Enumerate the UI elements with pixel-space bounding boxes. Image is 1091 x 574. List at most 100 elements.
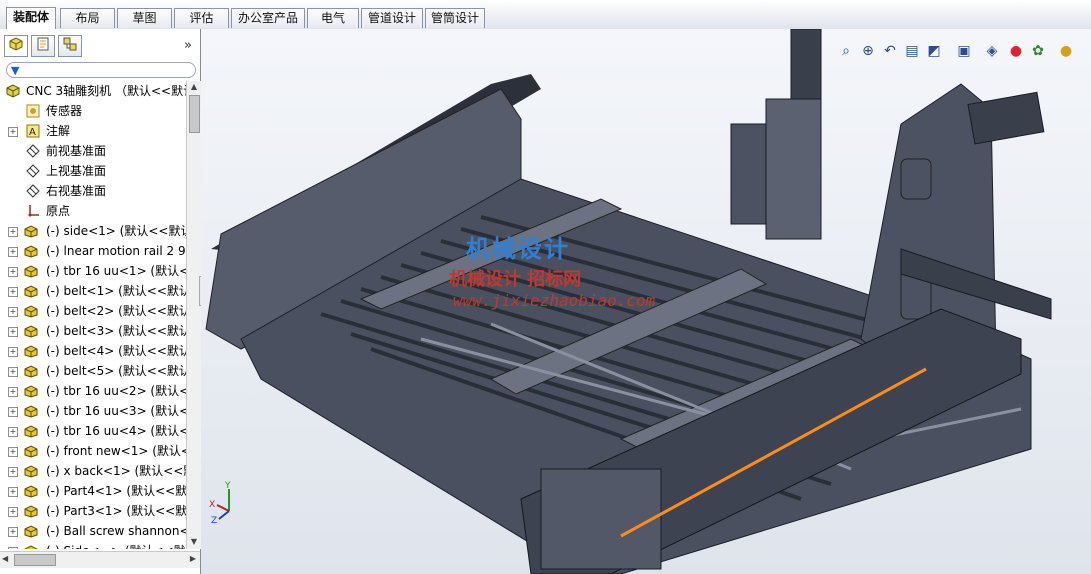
expand-icon[interactable]: + <box>8 407 18 417</box>
expand-icon[interactable]: + <box>8 427 18 437</box>
configuration-manager-icon[interactable] <box>58 35 82 57</box>
part-icon <box>24 344 39 358</box>
triad-x-label: X <box>209 500 215 510</box>
expand-icon[interactable]: + <box>8 287 18 297</box>
part-icon <box>24 224 39 238</box>
tree-item-label: (-) belt<1> (默认<<默认 <box>46 284 186 298</box>
tab-office-products[interactable]: 办公室产品 <box>231 8 305 28</box>
tree-item-label: (-) lnear motion rail 2 90 <box>46 244 186 258</box>
expand-icon[interactable]: + <box>8 487 18 497</box>
feature-manager-icon[interactable] <box>4 35 28 57</box>
z-axis-motor <box>790 29 822 100</box>
front-support <box>540 468 662 570</box>
expand-icon[interactable]: + <box>8 447 18 457</box>
expand-icon[interactable]: + <box>8 327 18 337</box>
part-icon <box>24 444 39 458</box>
assembly-icon <box>6 84 21 98</box>
expand-icon[interactable]: + <box>8 307 18 317</box>
tree-item[interactable]: + (-) lnear motion rail 2 90 <box>0 241 186 261</box>
tree-root[interactable]: CNC 3轴雕刻机 （默认<<默认 <box>0 81 186 101</box>
part-icon <box>24 384 39 398</box>
tab-tubing[interactable]: 管筒设计 <box>425 8 485 28</box>
expand-icon[interactable]: + <box>8 387 18 397</box>
tree-item[interactable]: 传感器 <box>0 101 186 121</box>
tree-item[interactable]: + (-) belt<1> (默认<<默认 <box>0 281 186 301</box>
scroll-up-icon[interactable]: ▲ <box>189 82 199 92</box>
plane-icon <box>26 184 41 198</box>
expand-icon[interactable]: + <box>8 347 18 357</box>
filter-icon[interactable]: ▼ <box>11 64 19 77</box>
tree-item-label: (-) Side<...> (默认<<默 <box>46 541 186 549</box>
z-axis-carriage <box>765 98 822 240</box>
scroll-down-icon[interactable]: ▼ <box>189 537 199 547</box>
watermark-title: 机械设计 <box>466 235 570 263</box>
tree-item-label: 上视基准面 <box>46 164 107 178</box>
tree-item[interactable]: + (-) Part4<1> (默认<<默认 <box>0 481 186 501</box>
tree-item[interactable]: + (-) Part3<1> (默认<<默认 <box>0 501 186 521</box>
tree-item[interactable]: + (-) side<1> (默认<<默认 <box>0 221 186 241</box>
tree-item[interactable]: + (-) tbr 16 uu<2> (默认< <box>0 381 186 401</box>
filter-input[interactable]: ▼ <box>6 62 196 78</box>
tab-assembly[interactable]: 装配体 <box>6 7 56 29</box>
tab-layout[interactable]: 布局 <box>60 8 115 28</box>
scroll-thumb[interactable] <box>189 95 200 133</box>
expand-icon[interactable]: + <box>8 267 18 277</box>
tree-item[interactable]: + (-) front new<1> (默认< <box>0 441 186 461</box>
scroll-right-icon[interactable]: ▶ <box>190 554 196 563</box>
scroll-left-icon[interactable]: ◀ <box>2 554 8 563</box>
spindle-housing <box>730 123 772 225</box>
tree-item[interactable]: + (-) tbr 16 uu<3> (默认< <box>0 401 186 421</box>
part-icon <box>24 264 39 278</box>
tree-item[interactable]: 前视基准面 <box>0 141 186 161</box>
tree-item[interactable]: + (-) Side<...> (默认<<默 <box>0 541 186 549</box>
feature-manager-panel: » ▼ CNC 3轴雕刻机 （默认<<默认 传感器 + A 注解 前视基准面 上… <box>0 29 201 574</box>
tree-item[interactable]: 原点 <box>0 201 186 221</box>
sensor-icon <box>26 104 41 118</box>
expand-icon[interactable]: + <box>8 507 18 517</box>
tree-item-label: (-) tbr 16 uu<4> (默认< <box>46 424 186 438</box>
part-icon <box>24 244 39 258</box>
tree-item[interactable]: + (-) Ball screw shannon< <box>0 521 186 541</box>
tree-item[interactable]: 上视基准面 <box>0 161 186 181</box>
tab-sketch[interactable]: 草图 <box>117 8 172 28</box>
expand-icon[interactable]: + <box>8 367 18 377</box>
tree-item-label: (-) tbr 16 uu<1> (默认< <box>46 264 186 278</box>
feature-tree: CNC 3轴雕刻机 （默认<<默认 传感器 + A 注解 前视基准面 上视基准面… <box>0 81 186 549</box>
graphics-area[interactable]: ⌕ ⊕ ↶ ▤ ◩ ▣ ◈ ● ✿ ● 机械设计 机械设计 招标网 www.ji… <box>201 29 1091 574</box>
tree-item-label: 原点 <box>46 204 71 218</box>
part-icon <box>24 284 39 298</box>
tree-item[interactable]: + (-) belt<3> (默认<<默认 <box>0 321 186 341</box>
reference-triad: Y X Z <box>209 481 231 525</box>
tree-vertical-scrollbar[interactable]: ▲ ▼ <box>186 81 201 549</box>
tree-item[interactable]: + (-) belt<4> (默认<<默认 <box>0 341 186 361</box>
part-icon <box>24 304 39 318</box>
expand-icon[interactable]: + <box>8 247 18 257</box>
property-manager-icon[interactable] <box>31 35 55 57</box>
collapse-panel-icon[interactable]: » <box>184 38 192 53</box>
tree-item-label: (-) belt<2> (默认<<默认 <box>46 304 186 318</box>
tree-item[interactable]: + (-) belt<2> (默认<<默认 <box>0 301 186 321</box>
part-icon <box>24 464 39 478</box>
hscroll-thumb[interactable] <box>14 554 56 566</box>
tab-evaluate[interactable]: 评估 <box>174 8 229 28</box>
tree-item[interactable]: + (-) tbr 16 uu<4> (默认< <box>0 421 186 441</box>
tree-item[interactable]: + (-) belt<5> (默认<<默认 <box>0 361 186 381</box>
tab-electrical[interactable]: 电气 <box>307 8 359 28</box>
expand-icon[interactable]: + <box>8 547 18 549</box>
part-icon <box>24 484 39 498</box>
expand-icon[interactable]: + <box>8 227 18 237</box>
expand-icon[interactable]: + <box>8 127 18 137</box>
tree-horizontal-scrollbar[interactable]: ◀ ▶ <box>0 551 200 568</box>
expand-icon[interactable]: + <box>8 467 18 477</box>
tree-item[interactable]: + (-) x back<1> (默认<<默 <box>0 461 186 481</box>
expand-icon[interactable]: + <box>8 527 18 537</box>
tree-item[interactable]: + (-) tbr 16 uu<1> (默认< <box>0 261 186 281</box>
tree-item[interactable]: + A 注解 <box>0 121 186 141</box>
tree-item[interactable]: 右视基准面 <box>0 181 186 201</box>
tree-root-label: CNC 3轴雕刻机 （默认<<默认 <box>26 84 186 98</box>
triad-z-label: Z <box>211 516 217 525</box>
tab-piping[interactable]: 管道设计 <box>361 8 423 28</box>
svg-text:A: A <box>29 127 36 138</box>
part-icon <box>24 364 39 378</box>
tree-item-label: (-) Part3<1> (默认<<默认 <box>46 504 186 518</box>
